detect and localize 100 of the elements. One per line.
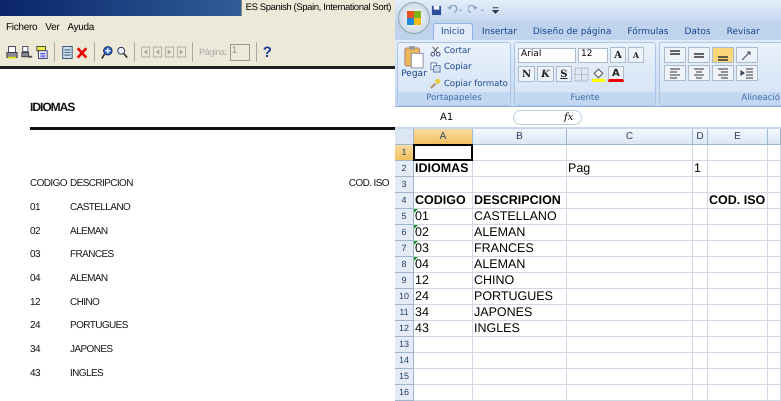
printer-icon[interactable]: [6, 44, 18, 60]
row-header[interactable]: 2: [395, 161, 414, 177]
table-cell-text: 12: [414, 273, 430, 289]
description-text: CASTELLANO: [70, 202, 132, 215]
ribbon-tab[interactable]: Inicio: [433, 23, 473, 40]
description-text: CHINO: [70, 296, 100, 310]
row-header[interactable]: 11: [395, 305, 414, 321]
column-header[interactable]: D: [693, 129, 708, 145]
table-cell-text: IDIOMAS: [414, 161, 470, 177]
clipboard-icon: [404, 45, 424, 69]
column-header[interactable]: A: [414, 129, 473, 145]
column-header[interactable]: E: [708, 129, 768, 145]
customize-toolbar-icon[interactable]: [490, 4, 501, 16]
function-button[interactable]: fx: [513, 110, 582, 124]
code-text: 43: [30, 368, 42, 381]
table-cell-text: ALEMAN: [473, 257, 526, 273]
align-bottom-icon[interactable]: [712, 47, 734, 63]
code-text: 34: [30, 344, 42, 358]
fill-color-icon[interactable]: [590, 66, 606, 82]
align-top-icon[interactable]: [664, 47, 686, 63]
language-indicator[interactable]: ES Spanish (Spain, International Sort): [240, 0, 395, 16]
font-name-field[interactable]: Arial: [518, 48, 576, 62]
error-indicator-icon: [414, 209, 418, 213]
code-text: 02: [30, 226, 41, 239]
table-cell-text: ALEMAN: [473, 225, 526, 241]
zoom-out-icon[interactable]: [116, 44, 128, 60]
row-header[interactable]: 7: [395, 241, 414, 257]
code-text: 04: [30, 273, 42, 286]
report-title: IDIOMAS: [30, 100, 76, 114]
table-cell-text: 1: [693, 161, 702, 177]
scissors-icon: [430, 46, 441, 57]
group-label: Alineació: [660, 92, 781, 105]
font-color-button[interactable]: A: [608, 66, 624, 82]
active-cell[interactable]: [413, 144, 473, 161]
export-document-icon[interactable]: [36, 44, 48, 60]
table-cell-text: JAPONES: [473, 305, 534, 321]
ribbon-tab[interactable]: Revisar: [720, 24, 767, 40]
table-cell-text: 34: [414, 305, 430, 321]
menu-item[interactable]: Ver: [45, 22, 60, 32]
description-text: ALEMAN: [70, 273, 109, 286]
group-label: Portapapeles: [398, 92, 510, 105]
menu-item[interactable]: Fichero: [6, 22, 38, 32]
error-indicator-icon: [414, 257, 418, 261]
column-header[interactable]: B: [473, 129, 567, 145]
shrink-font-button[interactable]: A: [628, 47, 644, 63]
paste-button[interactable]: Pegar: [398, 43, 430, 92]
table-cell-text: FRANCES: [473, 241, 535, 257]
description-text: ALEMAN: [70, 226, 109, 239]
ribbon-tab[interactable]: Datos: [677, 24, 718, 40]
column-header: DESCRIPCION: [70, 178, 134, 191]
table-cell-text: 01: [414, 209, 430, 225]
align-middle-icon[interactable]: [688, 47, 710, 63]
text-orientation-icon[interactable]: [736, 47, 758, 63]
row-header[interactable]: 14: [395, 353, 414, 369]
row-header[interactable]: 13: [395, 337, 414, 353]
indent-icon[interactable]: [736, 65, 758, 81]
row-header[interactable]: 1: [395, 145, 414, 161]
cut-button[interactable]: Cortar: [430, 46, 508, 57]
description-text: INGLES: [70, 368, 104, 381]
printer-setup-icon[interactable]: [21, 44, 33, 60]
row-header[interactable]: 16: [395, 385, 414, 401]
table-cell-text: 03: [414, 241, 430, 257]
underline-button[interactable]: S: [556, 66, 572, 82]
align-center-icon[interactable]: [688, 65, 710, 81]
align-left-icon[interactable]: [664, 65, 686, 81]
row-header[interactable]: 12: [395, 321, 414, 337]
table-cell-text: 43: [414, 321, 430, 337]
format-painter-button[interactable]: Copiar formato: [430, 78, 508, 90]
error-indicator-icon: [414, 241, 418, 245]
copy-button[interactable]: Copiar: [430, 62, 508, 73]
ribbon-tab[interactable]: Insertar: [474, 24, 524, 40]
ribbon-tab[interactable]: Diseño de página: [526, 24, 618, 40]
table-cell-text: 24: [414, 289, 430, 305]
font-size-field[interactable]: 12: [578, 48, 608, 62]
zoom-in-icon[interactable]: [101, 44, 113, 60]
column-header[interactable]: C: [567, 129, 693, 145]
row-header[interactable]: 6: [395, 225, 414, 241]
save-icon[interactable]: [431, 4, 442, 16]
row-header[interactable]: 3: [395, 177, 414, 193]
row-header[interactable]: 8: [395, 257, 414, 273]
help-button[interactable]: ?: [262, 44, 272, 60]
bold-button[interactable]: N: [518, 66, 536, 82]
row-header[interactable]: 10: [395, 289, 414, 305]
row-header[interactable]: 4: [395, 193, 414, 209]
table-cell-text: CHINO: [473, 273, 516, 289]
name-box[interactable]: A1: [395, 112, 495, 122]
menu-item[interactable]: Ayuda: [67, 22, 94, 32]
code-text: 01: [30, 202, 41, 215]
close-icon[interactable]: [76, 44, 88, 60]
grow-font-button[interactable]: A: [610, 47, 626, 63]
row-header[interactable]: 5: [395, 209, 414, 225]
ribbon-tab[interactable]: Fórmulas: [620, 24, 676, 40]
office-logo-icon: [406, 10, 422, 26]
italic-button[interactable]: K: [537, 66, 554, 82]
align-right-icon[interactable]: [712, 65, 734, 81]
row-header[interactable]: 15: [395, 369, 414, 385]
code-text: 12: [30, 296, 41, 310]
column-header: CODIGO: [30, 178, 68, 191]
row-header[interactable]: 9: [395, 273, 414, 289]
document-icon[interactable]: [61, 44, 73, 60]
